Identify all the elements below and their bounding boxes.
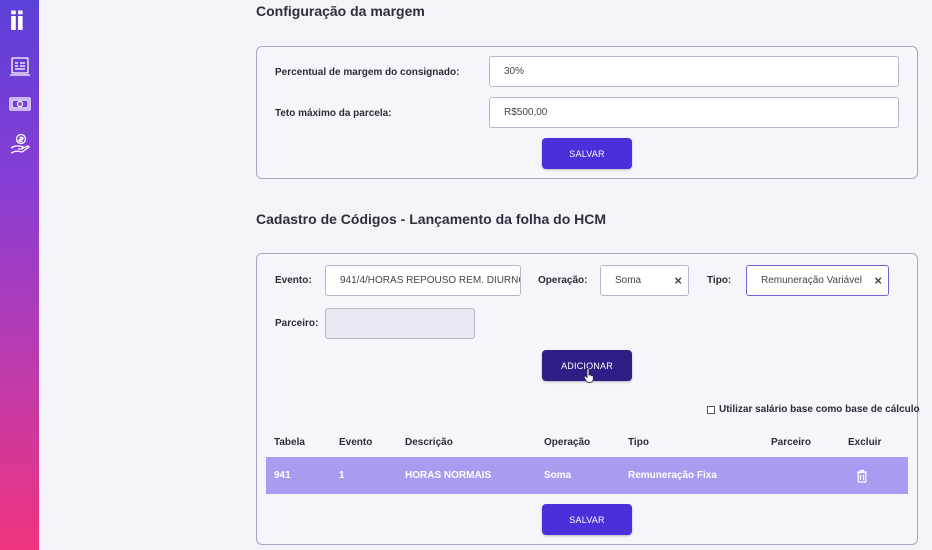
code-register-title: Cadastro de Códigos - Lançamento da folh… [256,211,607,227]
cell-description: HORAS NORMAIS [405,470,492,481]
clear-operation-icon[interactable]: × [674,273,682,288]
margin-percent-input[interactable]: 30% [489,56,899,87]
type-value: Remuneração Variável [761,275,862,286]
document-list-icon[interactable] [9,56,31,78]
event-label: Evento: [275,275,312,286]
col-header-partner: Parceiro [771,437,812,448]
event-input[interactable]: 941/4/HORAS REPOUSO REM. DIURNO [325,265,521,296]
cell-table: 941 [274,470,291,481]
cell-type: Remuneração Fixa [628,470,717,481]
table-row [266,457,908,494]
base-salary-checkbox-row[interactable]: Utilizar salário base como base de cálcu… [707,404,920,415]
margin-config-title: Configuração da margem [256,3,425,19]
type-label: Tipo: [707,275,732,286]
col-header-table: Tabela [274,437,305,448]
base-salary-checkbox[interactable] [707,405,715,414]
money-bill-icon[interactable] [9,93,31,115]
hand-cursor-icon [583,368,594,383]
cell-operation: Soma [544,470,572,481]
installment-ceiling-label: Teto máximo da parcela: [275,108,392,119]
installment-ceiling-input[interactable]: R$500,00 [489,97,899,128]
type-select[interactable]: Remuneração Variável × [746,265,889,296]
trash-icon[interactable] [856,469,868,483]
base-salary-checkbox-label: Utilizar salário base como base de cálcu… [719,404,920,415]
cell-event: 1 [339,470,345,481]
operation-select[interactable]: Soma × [600,265,689,296]
operation-value: Soma [615,275,642,286]
app-logo: ii [9,7,25,37]
partner-label: Parceiro: [275,318,319,329]
hand-money-icon[interactable] [9,133,31,155]
margin-save-button[interactable]: SALVAR [542,138,632,169]
register-save-button[interactable]: SALVAR [542,504,632,535]
code-register-panel [256,253,918,545]
col-header-delete: Excluir [848,437,882,448]
col-header-event: Evento [339,437,373,448]
col-header-type: Tipo [628,437,649,448]
col-header-description: Descrição [405,437,453,448]
sidebar: ii [0,0,39,550]
partner-input[interactable] [325,308,475,339]
clear-type-icon[interactable]: × [874,273,882,288]
operation-label: Operação: [538,275,588,286]
margin-percent-label: Percentual de margem do consignado: [275,67,460,78]
col-header-operation: Operação [544,437,591,448]
